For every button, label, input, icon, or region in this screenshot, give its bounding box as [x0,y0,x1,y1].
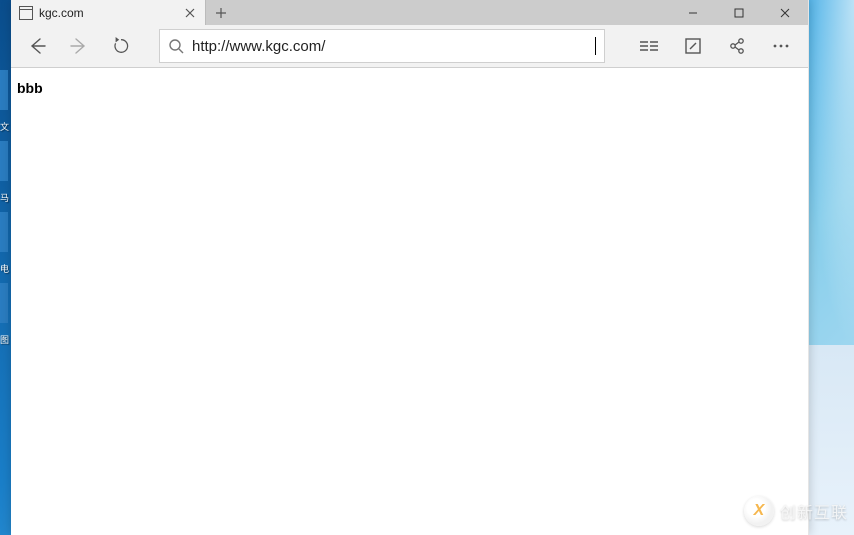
browser-tab-active[interactable]: kgc.com [11,0,206,25]
address-bar[interactable] [159,29,605,63]
watermark-text: 创新互联 [780,499,848,523]
page-content: bbb [11,68,808,535]
browser-window: kgc.com [11,0,809,535]
text-caret [595,37,596,55]
close-tab-icon[interactable] [183,6,197,20]
tab-title: kgc.com [39,6,183,20]
refresh-button[interactable] [101,26,141,66]
tab-strip: kgc.com [11,0,236,25]
share-button[interactable] [716,26,758,66]
toolbar-right [628,26,802,66]
url-input[interactable] [192,38,594,55]
browser-toolbar [11,25,808,68]
minimize-button[interactable] [670,0,716,25]
watermark: X 创新互联 [744,493,848,529]
search-icon [168,38,184,54]
watermark-logo-glyph: X [754,502,765,520]
desktop-icon[interactable] [0,70,8,110]
watermark-logo-icon: X [744,496,774,526]
window-controls [670,0,808,25]
close-window-button[interactable] [762,0,808,25]
title-bar: kgc.com [11,0,808,25]
desktop-icon[interactable] [0,283,8,323]
more-button[interactable] [760,26,802,66]
reading-view-button[interactable] [628,26,670,66]
desktop-icon[interactable] [0,212,8,252]
page-body-text: bbb [17,80,802,96]
desktop-icon[interactable] [0,141,8,181]
page-icon [19,6,33,20]
maximize-button[interactable] [716,0,762,25]
new-tab-button[interactable] [206,0,236,25]
back-button[interactable] [17,26,57,66]
forward-button[interactable] [59,26,99,66]
desktop-wallpaper-highlight [804,0,854,350]
web-note-button[interactable] [672,26,714,66]
